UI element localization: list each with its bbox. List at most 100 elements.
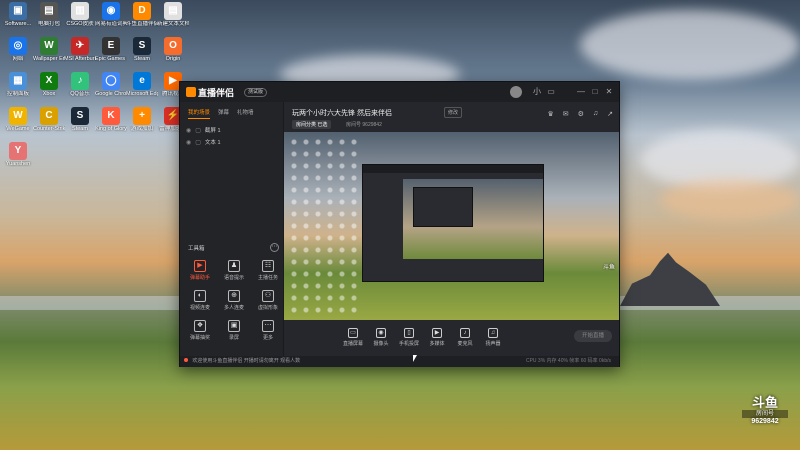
eye-icon[interactable]: ◉ (186, 139, 191, 146)
edit-title-button[interactable]: 修改 (444, 107, 463, 118)
tool-item[interactable]: ⊕ 多人连麦 (218, 290, 250, 311)
desktop-icon[interactable]: ▤ 新建文本文档 (157, 2, 189, 27)
close-button[interactable]: ✕ (604, 87, 614, 97)
desktop-icon-label: 电脑打包 (37, 21, 60, 27)
desktop-icon[interactable]: S Steam (64, 107, 96, 132)
desktop-icon[interactable]: Y Yuanshen (2, 142, 34, 167)
desktop-icon[interactable]: + 游戏加加 (126, 107, 158, 132)
music-icon[interactable]: ♫ (593, 110, 598, 118)
desktop-icon-label: 斗鱼直播伴侣 (126, 21, 158, 27)
tab-danmaku[interactable]: 弹幕 (218, 108, 229, 119)
tool-label: 弹幕助手 (189, 275, 210, 281)
desktop-icon[interactable]: W WeGame (2, 107, 34, 132)
tool-label: 多人连麦 (223, 305, 244, 311)
tool-item[interactable]: ▣ 录屏 (218, 320, 250, 341)
left-panel: 我的场景 弹幕 礼物墙 ◉ ▢ 截屏 1 ◉ ▢ 文本 1 工具箱 ⋯ ▶ 弹幕助… (180, 102, 284, 356)
desktop-icon[interactable]: EEpic Games Launcher (95, 37, 127, 62)
desktop-icon-image: K (102, 107, 120, 125)
left-tab-bar: 我的场景 弹幕 礼物墙 (180, 102, 283, 119)
maximize-button[interactable]: □ (590, 87, 600, 97)
source-button[interactable]: ▯ 手机投屏 (396, 328, 422, 347)
stream-preview[interactable]: 斗鱼 (284, 132, 619, 320)
desktop-icon-image: ◯ (102, 72, 120, 90)
tool-item[interactable]: ⋯ 更多 (252, 320, 284, 341)
app-titlebar[interactable]: 直播伴侣 测试版 小 ▭ — □ ✕ (180, 82, 619, 102)
desktop-icon[interactable]: ◯Google Chrome (95, 72, 127, 97)
source-button[interactable]: ▭ 直播屏幕 (340, 328, 366, 347)
tool-item[interactable]: ♟ 语音提示 (218, 260, 250, 281)
start-live-button[interactable]: 开始直播 (574, 330, 612, 342)
source-icon: ♪ (460, 328, 470, 338)
tool-label: 录屏 (228, 335, 239, 341)
preview-nested-window (362, 164, 544, 282)
tool-item[interactable]: ❖ 弹幕抽奖 (184, 320, 216, 341)
mini-mode-icon[interactable]: ▭ (546, 87, 556, 97)
source-button[interactable]: ♪ 麦克风 (452, 328, 478, 347)
live-status-dot (184, 358, 188, 362)
desktop-icon[interactable]: ▥ CSGO皮肤 (64, 2, 96, 27)
desktop-icon[interactable]: O Origin (157, 37, 189, 62)
main-area: 玩两个小时六大先锋 然后来伴侣 修改 房间分类 已选 房间号 9629842 ♛… (284, 102, 619, 356)
crown-icon[interactable]: ♛ (547, 110, 553, 118)
source-button[interactable]: ▶ 多媒体 (424, 328, 450, 347)
source-button[interactable]: ♫ 扬声器 (480, 328, 506, 347)
status-bar: 欢迎使用斗鱼直播伴侣 开播时请勿离开 观看人数 CPU 3% 内存 40% 帧率… (180, 356, 619, 367)
message-icon[interactable]: ✉ (563, 110, 569, 118)
desktop-icon[interactable]: D 斗鱼直播伴侣 (126, 2, 158, 27)
app-logo: 直播伴侣 (186, 86, 234, 99)
scene-item[interactable]: ◉ ▢ 截屏 1 (186, 126, 283, 135)
desktop-icon[interactable]: eMicrosoft Edge (126, 72, 158, 97)
room-title[interactable]: 玩两个小时六大先锋 然后来伴侣 (292, 108, 392, 118)
source-icon: ▭ (348, 328, 358, 338)
tool-icon: ▶ (194, 260, 206, 272)
desktop-icon[interactable]: ◎ 网络 (2, 37, 34, 62)
skin-icon[interactable]: 小 (532, 87, 542, 97)
source-icon: ▶ (432, 328, 442, 338)
desktop-icon[interactable]: ♪ QQ音乐 (64, 72, 96, 97)
desktop-icon[interactable]: ▤ 电脑打包 (33, 2, 65, 27)
avatar[interactable] (510, 86, 522, 98)
tool-icon: ☷ (262, 260, 274, 272)
lock-icon[interactable]: ▢ (195, 127, 201, 134)
desktop-icon[interactable]: X Xbox (33, 72, 65, 97)
tool-label: 视频连麦 (189, 305, 210, 311)
desktop-icon-label: CSGO皮肤 (66, 21, 94, 27)
tab-gift-wall[interactable]: 礼物墙 (237, 108, 254, 119)
preview-desktop-icons (288, 136, 358, 316)
source-button[interactable]: ◉ 摄像头 (368, 328, 394, 347)
desktop-icon-label: Origin (165, 56, 181, 62)
desktop-icon-image: O (164, 37, 182, 55)
scene-item[interactable]: ◉ ▢ 文本 1 (186, 138, 283, 147)
tool-label: 虚拟形象 (257, 305, 278, 311)
desktop-icon[interactable]: S Steam (126, 37, 158, 62)
tool-item[interactable]: ⚇ 虚拟形象 (252, 290, 284, 311)
room-category-tag[interactable]: 房间分类 已选 (292, 120, 332, 129)
tool-item[interactable]: ☷ 主播任务 (252, 260, 284, 281)
settings-icon[interactable]: ⚙ (578, 110, 584, 118)
source-icon: ▯ (404, 328, 414, 338)
desktop-icon-image: W (40, 37, 58, 55)
desktop-icon[interactable]: CCounter-Strike Global Offensive (33, 107, 65, 132)
tab-my-scenes[interactable]: 我的场景 (188, 108, 211, 119)
minimize-button[interactable]: — (576, 87, 586, 97)
desktop-icon[interactable]: ▦ 控制面板 (2, 72, 34, 97)
desktop-icon[interactable]: ◉ 网易有道词典 (95, 2, 127, 27)
tool-item[interactable]: ▶ 弹幕助手 (184, 260, 216, 281)
desktop-icon-label: 网络 (12, 56, 24, 62)
source-label: 手机投屏 (398, 341, 419, 347)
douyu-logo: 斗鱼 (751, 395, 778, 410)
desktop-icon[interactable]: WWallpaper Engine (33, 37, 65, 62)
share-icon[interactable]: ↗ (607, 110, 613, 118)
toolbox-more-icon[interactable]: ⋯ (270, 243, 279, 252)
room-icon-bar: ♛ ✉ ⚙ ♫ ↗ (547, 110, 613, 118)
lock-icon[interactable]: ▢ (195, 139, 201, 146)
tool-item[interactable]: ◐ 视频连麦 (184, 290, 216, 311)
desktop-icon-image: C (40, 107, 58, 125)
desktop-icon[interactable]: ▣ Software... (2, 2, 34, 27)
eye-icon[interactable]: ◉ (186, 127, 191, 134)
desktop-icon[interactable]: K King of Glory (95, 107, 127, 132)
version-badge: 测试版 (244, 88, 268, 97)
desktop-icon-image: ◎ (9, 37, 27, 55)
desktop-icon[interactable]: ✈MSI Afterburner (64, 37, 96, 62)
live-streaming-app-window[interactable]: 直播伴侣 测试版 小 ▭ — □ ✕ 我的场景 弹幕 礼物墙 ◉ ▢ 截屏 1 … (179, 81, 620, 367)
